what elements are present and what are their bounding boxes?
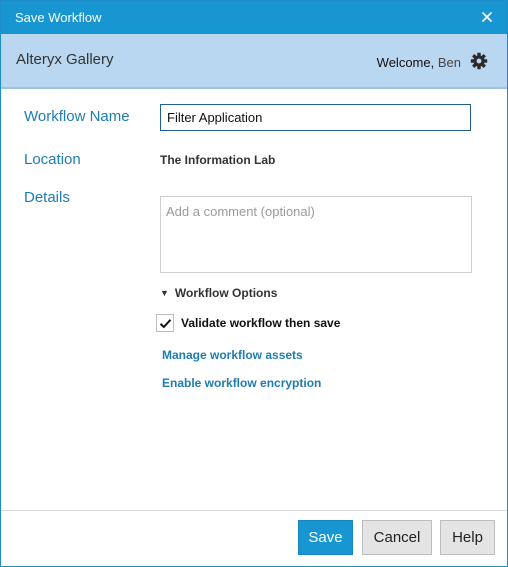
location-value: The Information Lab xyxy=(160,153,276,167)
user-name: Ben xyxy=(437,55,461,70)
details-label: Details xyxy=(24,189,70,206)
save-button[interactable]: Save xyxy=(298,520,353,555)
workflow-options-toggle[interactable]: ▼ Workflow Options xyxy=(160,286,277,300)
close-icon[interactable] xyxy=(475,5,499,29)
validate-checkbox[interactable] xyxy=(156,314,174,332)
workflow-name-label: Workflow Name xyxy=(24,108,130,125)
welcome-message: Welcome, Ben xyxy=(377,55,461,70)
gear-icon[interactable] xyxy=(470,52,488,70)
cancel-button[interactable]: Cancel xyxy=(362,520,432,555)
gallery-brand: Alteryx Gallery xyxy=(16,51,114,68)
manage-assets-link[interactable]: Manage workflow assets xyxy=(162,348,303,362)
validate-label: Validate workflow then save xyxy=(181,316,341,330)
window-title: Save Workflow xyxy=(15,10,102,25)
enable-encryption-link[interactable]: Enable workflow encryption xyxy=(162,376,321,390)
help-button[interactable]: Help xyxy=(440,520,495,555)
title-bar: Save Workflow xyxy=(1,1,507,34)
validate-checkbox-row[interactable]: Validate workflow then save xyxy=(156,314,340,332)
gallery-header: Alteryx Gallery Welcome, Ben xyxy=(1,34,507,89)
workflow-options-label: Workflow Options xyxy=(174,286,278,300)
location-label: Location xyxy=(24,151,81,168)
footer-divider xyxy=(1,510,507,511)
workflow-name-input[interactable] xyxy=(160,104,471,131)
checkmark-icon xyxy=(159,318,171,328)
save-workflow-dialog: Save Workflow Alteryx Gallery Welcome, B… xyxy=(0,0,508,567)
details-textarea[interactable] xyxy=(160,196,472,273)
welcome-prefix: Welcome, xyxy=(376,55,435,70)
triangle-down-icon: ▼ xyxy=(160,288,169,298)
